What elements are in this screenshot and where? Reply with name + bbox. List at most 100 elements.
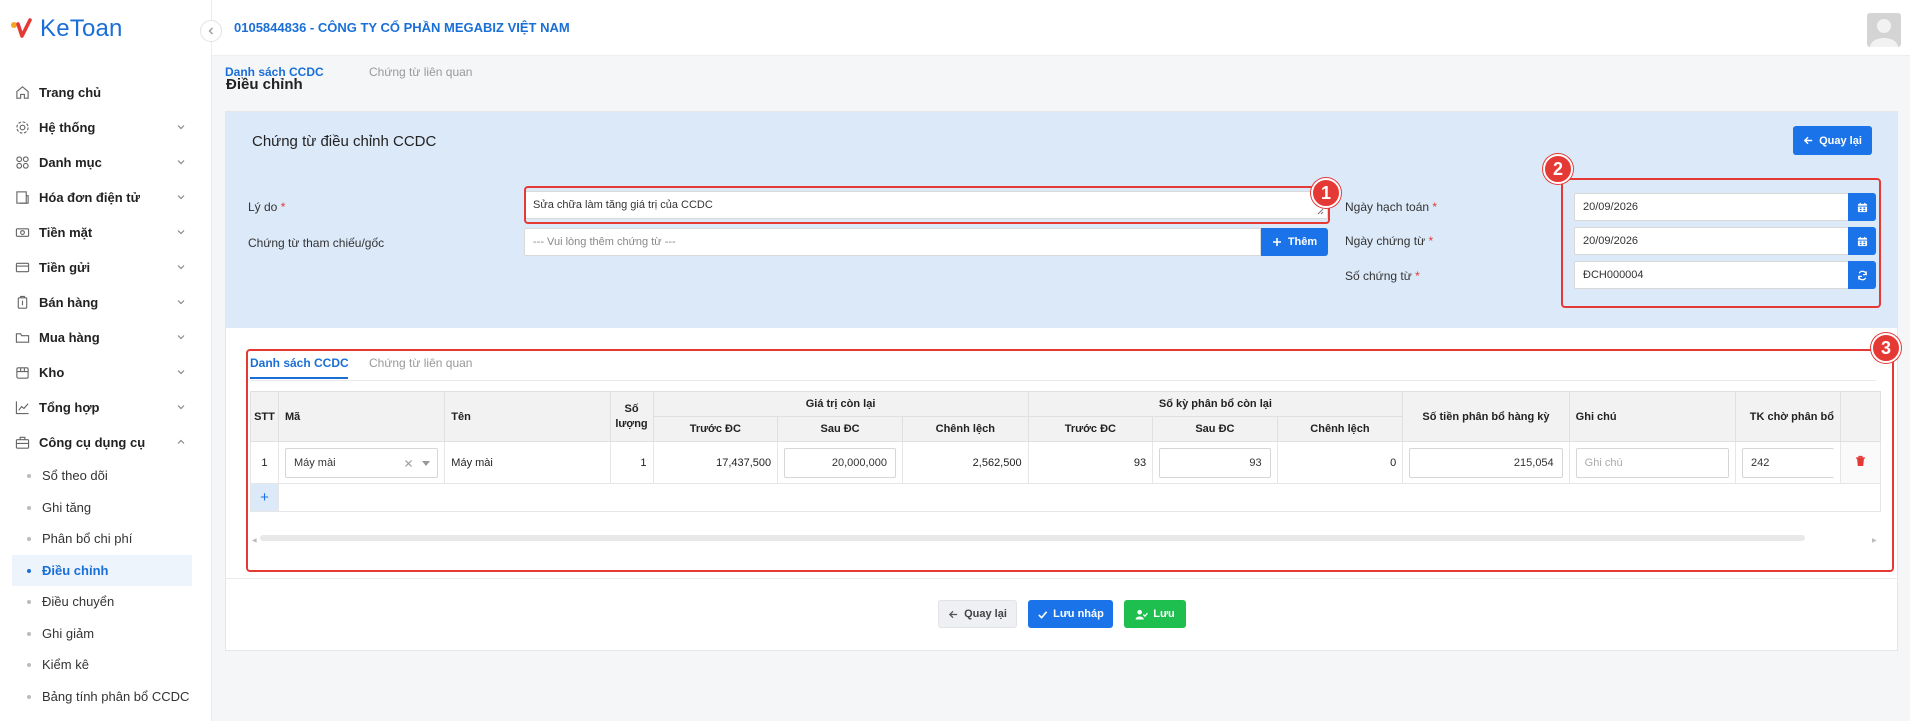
ccdc-table: STT Mã Tên Số lượng Giá trị còn lại Số k… <box>250 391 1881 512</box>
sidebar-item-label: Hóa đơn điện tử <box>39 190 140 205</box>
back-button-top[interactable]: Quay lại <box>1793 126 1872 155</box>
app-logo[interactable]: KeToan <box>10 14 123 44</box>
scroll-right-arrow-icon[interactable]: ▶ <box>1872 537 1877 544</box>
col-header-before: Trước ĐC <box>652 416 779 442</box>
annotation-badge-1: 1 <box>1311 178 1341 208</box>
add-row: + <box>250 483 1881 512</box>
sidebar-item-label: Kho <box>39 365 65 380</box>
doc-no-label: Số chứng từ * <box>1345 269 1420 283</box>
required-mark: * <box>1428 234 1434 248</box>
check-icon <box>1038 610 1048 619</box>
ccdc-table-wrapper: STT Mã Tên Số lượng Giá trị còn lại Số k… <box>250 391 1881 521</box>
doc-no-input[interactable]: ĐCH000004 <box>1574 261 1849 289</box>
sidebar-item-label: Mua hàng <box>39 330 100 345</box>
reason-label-text: Lý do <box>248 200 278 214</box>
sidebar-item-hoa-don-dien-tu[interactable]: Hóa đơn điện tử <box>0 180 212 215</box>
post-date-picker-button[interactable] <box>1848 193 1876 221</box>
save-button[interactable]: Lưu <box>1124 600 1186 628</box>
sidebar-collapse-button[interactable] <box>200 20 222 42</box>
sidebar-subitem-dieu-chuyen[interactable]: Điều chuyển <box>0 586 212 618</box>
chevron-down-icon <box>177 160 185 165</box>
avatar[interactable] <box>1867 13 1901 47</box>
post-date-input[interactable]: 20/09/2026 <box>1574 193 1849 221</box>
gear-icon <box>14 119 31 136</box>
post-date-value: 20/09/2026 <box>1583 201 1639 213</box>
sidebar-item-kho[interactable]: Kho <box>0 355 212 390</box>
chevron-up-icon <box>177 439 185 444</box>
sidebar-subitem-bang-tinh-phan-bo[interactable]: Bảng tính phân bổ CCDC <box>0 681 212 713</box>
tab-danh-sach-ccdc[interactable]: Danh sách CCDC <box>250 356 349 370</box>
add-row-spacer <box>278 483 1881 512</box>
col-header-note: Ghi chú <box>1568 391 1737 442</box>
back-button[interactable]: Quay lại <box>938 600 1017 628</box>
reason-input[interactable]: Sửa chữa làm tăng giá trị của CCDC <box>524 191 1328 219</box>
tab-chung-tu-lien-quan[interactable]: Chứng từ liên quan <box>369 356 472 370</box>
sidebar-item-label: Tiền gửi <box>39 260 91 275</box>
col-header-stt: STT <box>250 391 279 442</box>
doc-date-label: Ngày chứng từ * <box>1345 234 1433 248</box>
scroll-left-arrow-icon[interactable]: ◀ <box>252 537 257 544</box>
col-header-period-before: Trước ĐC <box>1027 416 1154 442</box>
sidebar-item-he-thong[interactable]: Hệ thống <box>0 110 212 145</box>
clear-icon[interactable] <box>404 459 413 468</box>
sidebar-item-label: Hệ thống <box>39 120 96 135</box>
tab-divider <box>250 380 1876 381</box>
col-header-code: Mã <box>277 391 446 442</box>
calendar-icon <box>1857 202 1867 212</box>
sidebar-item-tien-gui[interactable]: Tiền gửi <box>0 250 212 285</box>
sidebar-item-ban-hang[interactable]: Bán hàng <box>0 285 212 320</box>
invoice-icon <box>14 189 31 206</box>
ref-doc-label: Chứng từ tham chiếu/gốc <box>248 236 385 250</box>
add-row-button[interactable]: + <box>250 483 279 512</box>
chevron-down-icon <box>177 335 185 340</box>
doc-date-picker-button[interactable] <box>1848 227 1876 255</box>
alloc-input[interactable]: 215,054 <box>1409 447 1563 478</box>
sidebar-subitem-ghi-giam[interactable]: Ghi giảm <box>0 618 212 650</box>
cell-period-after: 93 <box>1152 441 1278 484</box>
sidebar-subitem-phan-bo-chi-phi[interactable]: Phân bổ chi phí <box>0 523 212 555</box>
tab-chung-tu-lien-quan[interactable]: Chứng từ liên quan <box>369 65 472 79</box>
period-after-input[interactable]: 93 <box>1159 447 1271 478</box>
ref-doc-input[interactable]: --- Vui lòng thêm chứng từ --- <box>524 228 1261 256</box>
cell-diff: 2,562,500 <box>901 441 1029 484</box>
warehouse-icon <box>14 364 31 381</box>
sidebar-subitem-dieu-chinh[interactable]: Điều chỉnh <box>12 554 192 586</box>
doc-no-label-text: Số chứng từ <box>1345 269 1412 283</box>
calendar-icon <box>1857 236 1867 246</box>
account-input[interactable]: 242 <box>1742 447 1834 478</box>
save-label: Lưu <box>1153 608 1175 620</box>
tab-danh-sach-ccdc[interactable]: Danh sách CCDC <box>225 65 324 79</box>
cell-period-diff: 0 <box>1276 441 1404 484</box>
sidebar-item-label: Tiền mặt <box>39 225 93 240</box>
trash-icon[interactable] <box>1855 455 1866 467</box>
cart-icon <box>14 329 31 346</box>
required-mark: * <box>1415 269 1420 283</box>
sidebar-item-tong-hop[interactable]: Tổng hợp <box>0 390 212 425</box>
sidebar-subitem-ghi-tang[interactable]: Ghi tăng <box>0 492 212 524</box>
tools-icon <box>14 434 31 451</box>
code-select[interactable]: Máy mài <box>284 447 439 478</box>
sidebar-subitem-kiem-ke[interactable]: Kiểm kê <box>0 649 212 681</box>
logo-text: KeToan <box>40 15 123 42</box>
save-draft-button[interactable]: Lưu nháp <box>1028 600 1113 628</box>
col-header-name: Tên <box>444 391 611 442</box>
horizontal-scrollbar[interactable] <box>260 535 1805 541</box>
save-draft-label: Lưu nháp <box>1053 608 1104 620</box>
cash-icon <box>14 224 31 241</box>
add-ref-button[interactable]: Thêm <box>1261 228 1328 256</box>
sidebar-item-label: Trang chủ <box>39 85 102 100</box>
sidebar-item-trang-chu[interactable]: Trang chủ <box>0 75 212 110</box>
sidebar-subitem-so-theo-doi[interactable]: Sổ theo dõi <box>0 460 212 492</box>
chevron-down-icon <box>177 370 185 375</box>
cell-note: Ghi chú <box>1568 441 1737 484</box>
sidebar-item-danh-muc[interactable]: Danh mục <box>0 145 212 180</box>
doc-no-refresh-button[interactable] <box>1848 261 1876 289</box>
after-value-input[interactable]: 20,000,000 <box>784 447 896 478</box>
cell-account: 242 <box>1735 441 1841 484</box>
sidebar-item-mua-hang[interactable]: Mua hàng <box>0 320 212 355</box>
table-row: 1 Máy mài Máy mài 1 17,437,500 20,000,00… <box>250 441 1881 484</box>
sidebar-item-cong-cu-dung-cu[interactable]: Công cụ dụng cụ <box>0 425 212 460</box>
doc-date-input[interactable]: 20/09/2026 <box>1574 227 1849 255</box>
note-input[interactable]: Ghi chú <box>1575 447 1729 478</box>
sidebar-item-tien-mat[interactable]: Tiền mặt <box>0 215 212 250</box>
